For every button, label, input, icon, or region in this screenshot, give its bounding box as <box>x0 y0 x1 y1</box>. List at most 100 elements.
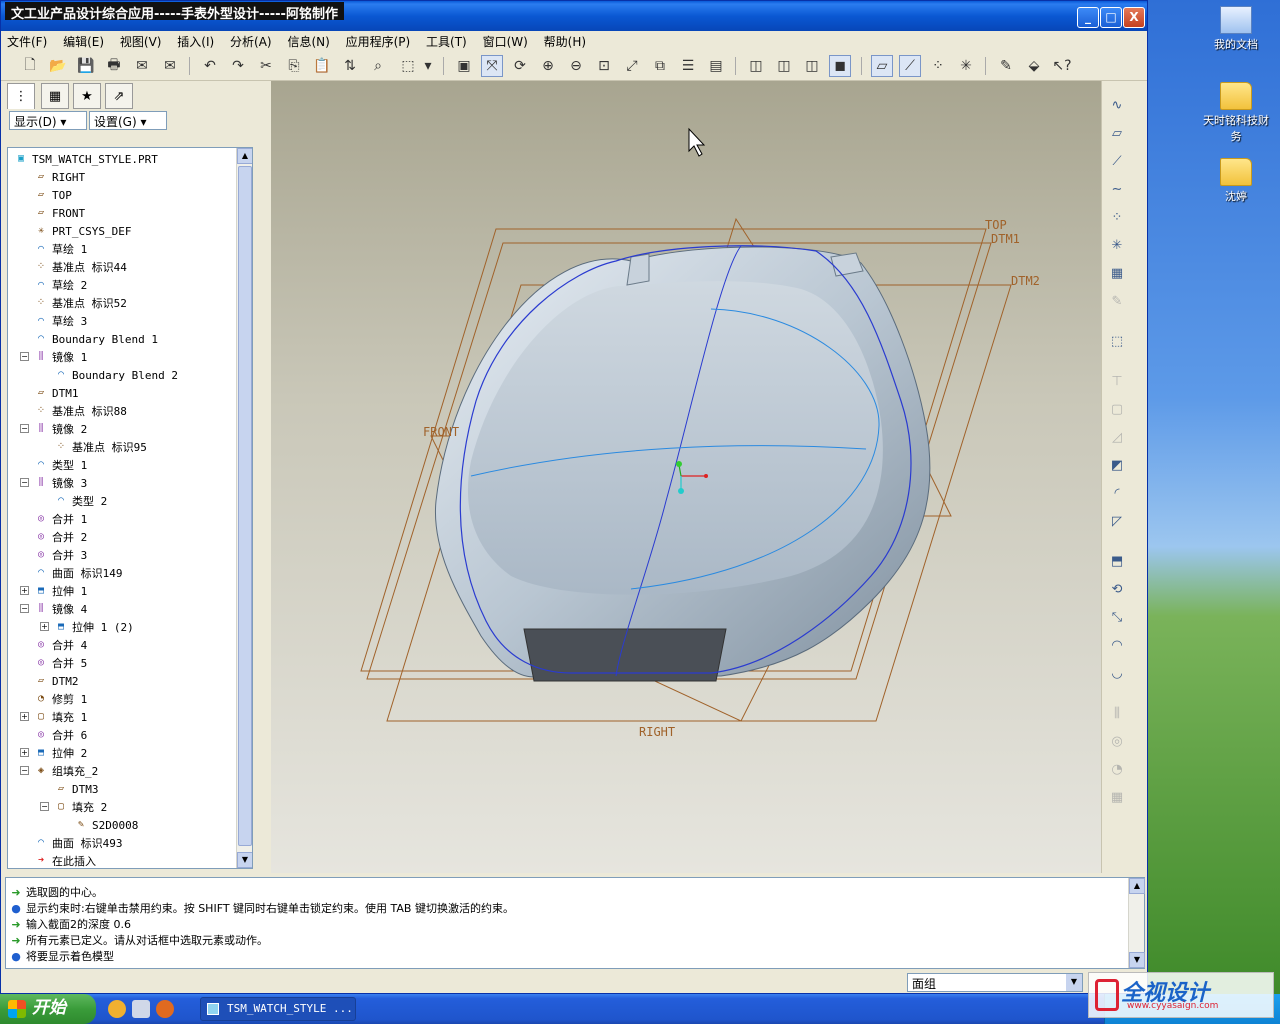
menu-window[interactable]: 窗口(W) <box>477 31 534 52</box>
datum-plane-tool-icon[interactable]: ▱ <box>1105 123 1129 145</box>
reorient-icon[interactable]: ⤢ <box>621 55 643 77</box>
tree-expander-icon[interactable]: − <box>20 766 29 775</box>
menu-applications[interactable]: 应用程序(P) <box>340 31 417 52</box>
scroll-up-icon[interactable]: ▲ <box>1129 878 1145 894</box>
desktop-icon-folder-shenting[interactable]: 沈婷 <box>1198 158 1274 204</box>
sweep-tool-icon[interactable]: ⤡ <box>1105 607 1129 629</box>
menu-info[interactable]: 信息(N) <box>281 31 335 52</box>
tree-node[interactable]: ◠ 曲面 标识493 <box>34 834 123 852</box>
sketch-tool-icon[interactable]: ∿ <box>1105 95 1129 117</box>
tree-node[interactable]: ▱ DTM2 <box>34 672 79 690</box>
tree-node[interactable]: ⬒ 拉伸 1 <box>34 582 87 600</box>
tree-node[interactable]: ▢ 填充 1 <box>34 708 87 726</box>
title-bar[interactable]: 文工业产品设计综合应用-----手表外型设计-----阿铭制作 _ □ X <box>1 1 1147 31</box>
close-button[interactable]: X <box>1123 7 1145 28</box>
tree-node[interactable]: ◈ 组填充_2 <box>34 762 98 780</box>
regenerate-icon[interactable]: ⇅ <box>339 55 361 77</box>
draft-tool-icon[interactable]: ◩ <box>1105 455 1129 477</box>
tree-node[interactable]: ⫼ 镜像 1 <box>34 348 88 366</box>
tree-node[interactable]: ◠ Boundary Blend 2 <box>54 366 178 384</box>
shading-icon[interactable]: ◼ <box>829 55 851 77</box>
tree-node[interactable]: ◎ 合并 3 <box>34 546 87 564</box>
menu-view[interactable]: 视图(V) <box>114 31 168 52</box>
layer-settings-icon[interactable]: ⬙ <box>1023 55 1045 77</box>
model-tree-settings-icon[interactable]: ✎ <box>995 55 1017 77</box>
redo-icon[interactable]: ↷ <box>227 55 249 77</box>
refit-icon[interactable]: ⊡ <box>593 55 615 77</box>
tree-node[interactable]: ✎ S2D0008 <box>74 816 138 834</box>
extrude-tool-icon[interactable]: ⬒ <box>1105 551 1129 573</box>
tree-node[interactable]: ▢ 填充 2 <box>54 798 107 816</box>
tree-expander-icon[interactable]: − <box>20 478 29 487</box>
model-tree[interactable]: ▣ TSM_WATCH_STYLE.PRT ▱ RIGHT ▱ TOP ▱ FRONT ✳ PRT… <box>7 147 253 869</box>
email-link-icon[interactable]: ✉ <box>159 55 181 77</box>
spin-center-icon[interactable]: ⤧ <box>481 55 503 77</box>
desktop-icon-my-documents[interactable]: 我的文档 <box>1198 6 1274 52</box>
menu-edit[interactable]: 编辑(E) <box>57 31 110 52</box>
tree-node[interactable]: ◎ 合并 1 <box>34 510 87 528</box>
tree-node[interactable]: ⁘ 基准点 标识52 <box>34 294 127 312</box>
round-tool-icon[interactable]: ◜ <box>1105 483 1129 505</box>
selection-filter[interactable]: 面组 ▼ <box>907 973 1083 992</box>
datum-axis-tool-icon[interactable]: ⟋ <box>1105 151 1129 173</box>
blend-tool-icon[interactable]: ◠ <box>1105 635 1129 657</box>
tree-expander-icon[interactable]: + <box>20 586 29 595</box>
tree-node[interactable]: ◎ 合并 2 <box>34 528 87 546</box>
layers-icon[interactable]: ☰ <box>677 55 699 77</box>
saved-views-icon[interactable]: ⧉ <box>649 55 671 77</box>
tree-node[interactable]: ⁘ 基准点 标识88 <box>34 402 127 420</box>
scroll-down-icon[interactable]: ▼ <box>237 852 252 868</box>
analysis-tool-icon[interactable]: ▦ <box>1105 263 1129 285</box>
tree-node[interactable]: ◠ 类型 2 <box>54 492 107 510</box>
quick-launch-firefox-icon[interactable] <box>156 1000 174 1018</box>
maximize-button[interactable]: □ <box>1100 7 1122 28</box>
tree-expander-icon[interactable]: + <box>20 748 29 757</box>
tree-node[interactable]: ▱ DTM3 <box>54 780 99 798</box>
orient-mode-icon[interactable]: ⟳ <box>509 55 531 77</box>
zoom-out-icon[interactable]: ⊖ <box>565 55 587 77</box>
tree-node[interactable]: ⬒ 拉伸 2 <box>34 744 87 762</box>
datum-point-tool-icon[interactable]: ⁘ <box>1105 207 1129 229</box>
show-dropdown[interactable]: 显示(D) ▾ <box>9 111 87 130</box>
datum-curve-tool-icon[interactable]: ∼ <box>1105 179 1129 201</box>
cut-icon[interactable]: ✂ <box>255 55 277 77</box>
message-scrollbar[interactable]: ▲ ▼ <box>1128 878 1145 968</box>
datum-planes-toggle-icon[interactable]: ▱ <box>871 55 893 77</box>
model-tree-tab-icon[interactable]: ⋮ <box>7 83 35 109</box>
tree-expander-icon[interactable]: − <box>40 802 49 811</box>
tree-node[interactable]: ▣ TSM_WATCH_STYLE.PRT <box>14 150 158 168</box>
tree-node[interactable]: ⌒ 草绘 3 <box>34 312 87 330</box>
chevron-down-icon[interactable]: ▾ <box>421 55 435 77</box>
start-button[interactable]: 开始 <box>0 994 96 1024</box>
tree-scrollbar[interactable]: ▲ ▼ <box>236 148 252 868</box>
tree-node[interactable]: ▱ DTM1 <box>34 384 79 402</box>
quick-launch-desktop-icon[interactable] <box>132 1000 150 1018</box>
email-icon[interactable]: ✉ <box>131 55 153 77</box>
tree-node[interactable]: ✳ PRT_CSYS_DEF <box>34 222 132 240</box>
scroll-down-icon[interactable]: ▼ <box>1129 952 1145 968</box>
tree-node[interactable]: ▱ FRONT <box>34 204 85 222</box>
datum-points-toggle-icon[interactable]: ⁘ <box>927 55 949 77</box>
zoom-in-icon[interactable]: ⊕ <box>537 55 559 77</box>
datum-axes-toggle-icon[interactable]: ⟋ <box>899 55 921 77</box>
tree-expander-icon[interactable]: − <box>20 424 29 433</box>
tree-expander-icon[interactable]: − <box>20 352 29 361</box>
chevron-down-icon[interactable]: ▼ <box>1066 974 1082 991</box>
tree-node[interactable]: ◔ 修剪 1 <box>34 690 87 708</box>
tree-node[interactable]: ◎ 合并 5 <box>34 654 87 672</box>
favorites-tab-icon[interactable]: ★ <box>73 83 101 109</box>
folder-browser-tab-icon[interactable]: ▦ <box>41 83 69 109</box>
menu-file[interactable]: 文件(F) <box>1 31 53 52</box>
desktop-icon-folder-finance[interactable]: 天时铭科技财务 <box>1198 82 1274 144</box>
tree-node[interactable]: ⫼ 镜像 4 <box>34 600 88 618</box>
settings-dropdown[interactable]: 设置(G) ▾ <box>89 111 167 130</box>
menu-analysis[interactable]: 分析(A) <box>224 31 278 52</box>
wireframe-icon[interactable]: ◫ <box>745 55 767 77</box>
repaint-icon[interactable]: ▣ <box>453 55 475 77</box>
tree-node[interactable]: ⌒ 草绘 1 <box>34 240 87 258</box>
quick-launch-browser-icon[interactable] <box>108 1000 126 1018</box>
new-file-icon[interactable]: 🗋 <box>19 55 41 77</box>
tree-expander-icon[interactable]: + <box>20 712 29 721</box>
tree-node[interactable]: ▱ RIGHT <box>34 168 85 186</box>
tree-node[interactable]: ◠ 曲面 标识149 <box>34 564 123 582</box>
